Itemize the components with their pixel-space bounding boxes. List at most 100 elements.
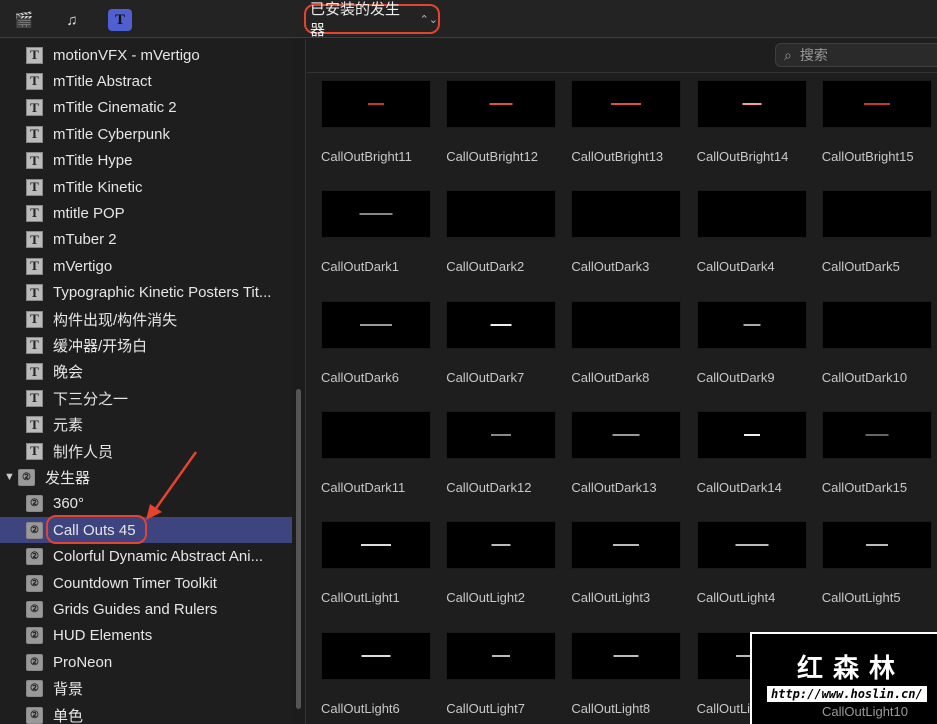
grid-item[interactable]: CallOutDark9 xyxy=(696,300,809,385)
sidebar-item[interactable]: T 下三分之一 xyxy=(0,385,292,411)
sidebar-item[interactable]: ② 背景 xyxy=(0,676,292,702)
thumbnail[interactable] xyxy=(571,80,682,128)
preview-mark xyxy=(742,103,762,105)
thumbnail[interactable] xyxy=(321,80,431,128)
thumbnail[interactable] xyxy=(821,190,932,239)
title-icon: T xyxy=(26,231,43,249)
grid-item-label: CallOutBright11 xyxy=(321,149,412,164)
titles-generators-icon[interactable]: T xyxy=(108,9,132,31)
thumbnail[interactable] xyxy=(321,521,431,570)
thumbnail[interactable] xyxy=(571,300,682,349)
grid-item[interactable]: CallOutBright14 xyxy=(696,80,809,164)
sidebar-item[interactable]: T 元素 xyxy=(0,412,292,438)
grid-item[interactable]: CallOutDark7 xyxy=(446,300,558,385)
sidebar-item[interactable]: ② Grids Guides and Rulers xyxy=(0,596,292,622)
grid-item[interactable]: CallOutBright11 xyxy=(321,80,433,164)
grid-item[interactable]: CallOutDark13 xyxy=(571,410,683,495)
disclosure-triangle-icon[interactable]: ▼ xyxy=(4,471,15,483)
thumbnail[interactable] xyxy=(571,410,682,459)
grid-item[interactable]: CallOutDark3 xyxy=(571,190,683,274)
thumbnail[interactable] xyxy=(696,521,807,570)
thumbnail[interactable] xyxy=(821,410,932,459)
sidebar-item[interactable]: TmTitle Cyberpunk xyxy=(0,121,292,147)
thumbnail[interactable] xyxy=(446,521,557,570)
thumbnail[interactable] xyxy=(321,631,431,680)
thumbnail[interactable] xyxy=(321,300,431,349)
sidebar-item[interactable]: T 缓冲器/开场白 xyxy=(0,332,292,358)
sidebar-item[interactable]: TmTitle Abstract xyxy=(0,68,292,94)
grid-item[interactable]: CallOutDark1 xyxy=(321,190,433,274)
grid-item[interactable]: CallOutDark6 xyxy=(321,300,433,385)
grid-item[interactable]: CallOutDark5 xyxy=(821,190,934,274)
watermark: 红森林 http://www.hoslin.cn/ CallOutLight10 xyxy=(750,632,937,724)
sidebar-item[interactable]: TmVertigo xyxy=(0,253,292,279)
thumbnail[interactable] xyxy=(821,521,932,570)
thumbnail[interactable] xyxy=(446,631,557,680)
thumbnail[interactable] xyxy=(696,80,807,128)
sidebar-item[interactable]: TmTitle Kinetic xyxy=(0,174,292,200)
sidebar-item-label: ProNeon xyxy=(53,653,113,671)
grid-item[interactable]: CallOutLight4 xyxy=(696,521,809,605)
sidebar-item[interactable]: T Typographic Kinetic Posters Tit... xyxy=(0,280,292,306)
sidebar-item[interactable]: TmotionVFX - mVertigo xyxy=(0,42,292,68)
sidebar-item[interactable]: ② HUD Elements xyxy=(0,623,292,649)
grid-item[interactable]: CallOutBright15 xyxy=(821,80,934,164)
clapper-star-icon[interactable]: 🎬 xyxy=(12,9,36,31)
thumbnail[interactable] xyxy=(571,631,682,680)
sidebar-item[interactable]: TmTitle Hype xyxy=(0,148,292,174)
sidebar-item[interactable]: T 晚会 xyxy=(0,359,292,385)
magnifier-icon: ⌕ xyxy=(784,46,792,63)
thumbnail[interactable] xyxy=(571,190,682,239)
scrollbar-thumb[interactable] xyxy=(296,389,301,709)
grid-item[interactable]: CallOutDark2 xyxy=(446,190,558,274)
sidebar-item[interactable]: T 构件出现/构件消失 xyxy=(0,306,292,332)
grid-item[interactable]: CallOutDark15 xyxy=(821,410,934,495)
search-input[interactable]: ⌕ 搜索 xyxy=(775,43,937,67)
sidebar-item[interactable]: TmTitle Cinematic 2 xyxy=(0,95,292,121)
sidebar-item-label: mTitle Abstract xyxy=(53,72,152,90)
thumbnail[interactable] xyxy=(696,300,807,349)
grid-item-label: CallOutLight2 xyxy=(446,590,525,606)
grid-item-label: CallOutLight6 xyxy=(321,700,400,716)
thumbnail[interactable] xyxy=(821,300,932,349)
thumbnail[interactable] xyxy=(446,410,557,459)
grid-item[interactable]: CallOutDark12 xyxy=(446,410,558,495)
music-photo-icon[interactable]: ♫ xyxy=(60,9,84,31)
thumbnail[interactable] xyxy=(446,80,557,128)
sidebar-item-label: 发生器 xyxy=(45,469,91,487)
grid-item[interactable]: CallOutDark10 xyxy=(821,300,934,385)
grid-item[interactable]: CallOutDark14 xyxy=(696,410,809,495)
grid-item[interactable]: CallOutLight1 xyxy=(321,521,433,605)
grid-item[interactable]: CallOutLight3 xyxy=(571,521,683,605)
thumbnail[interactable] xyxy=(571,521,682,570)
grid-item[interactable]: CallOutLight8 xyxy=(571,631,683,716)
thumbnail[interactable] xyxy=(321,190,431,239)
sidebar-item[interactable]: TmTuber 2 xyxy=(0,227,292,253)
thumbnail[interactable] xyxy=(446,190,557,239)
sidebar-item[interactable]: ② Countdown Timer Toolkit xyxy=(0,570,292,596)
grid-item[interactable]: CallOutBright13 xyxy=(571,80,683,164)
grid-item[interactable]: CallOutBright12 xyxy=(446,80,558,164)
sidebar-item[interactable]: ② 单色 xyxy=(0,702,292,724)
sidebar-item[interactable]: Tmtitle POP xyxy=(0,200,292,226)
thumbnail[interactable] xyxy=(696,190,807,239)
grid-item[interactable]: CallOutLight2 xyxy=(446,521,558,605)
thumbnail[interactable] xyxy=(446,300,557,349)
preview-mark xyxy=(368,103,384,105)
grid-item[interactable]: CallOutLight6 xyxy=(321,631,433,716)
thumbnail[interactable] xyxy=(321,410,431,459)
installed-generators-select[interactable]: 已安装的发生器 ⌃⌄ xyxy=(304,1,440,39)
generator-icon: ② xyxy=(26,627,43,645)
sidebar-item[interactable]: ② ProNeon xyxy=(0,649,292,675)
grid-item[interactable]: CallOutDark11 xyxy=(321,410,433,495)
grid-item[interactable]: CallOutLight7 xyxy=(446,631,558,716)
thumbnail[interactable] xyxy=(696,410,807,459)
sidebar-item-label: 元素 xyxy=(53,417,84,435)
grid-item[interactable]: CallOutDark8 xyxy=(571,300,683,385)
grid-item[interactable]: CallOutLight5 xyxy=(821,521,934,605)
thumbnail[interactable] xyxy=(821,80,932,128)
grid-item[interactable]: CallOutDark4 xyxy=(696,190,809,274)
grid-item-label: CallOutDark2 xyxy=(446,259,525,275)
sidebar-item[interactable]: ② Colorful Dynamic Abstract Ani... xyxy=(0,544,292,570)
sidebar-scrollbar[interactable] xyxy=(292,39,306,724)
